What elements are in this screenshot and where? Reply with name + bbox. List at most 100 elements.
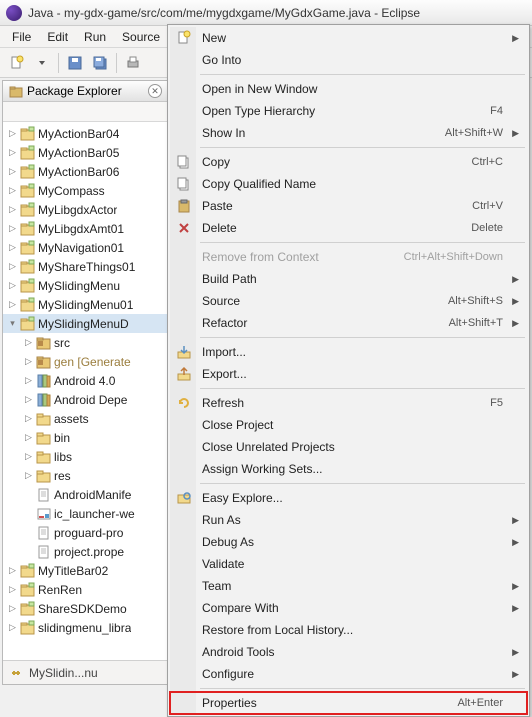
tree-item[interactable]: ▷MyLibgdxActor — [3, 200, 168, 219]
tree-item[interactable]: ▷Android Depe — [3, 390, 168, 409]
tree-item[interactable]: ▷RenRen — [3, 580, 168, 599]
menu-item-run-as[interactable]: Run As▶ — [170, 509, 527, 531]
expand-icon[interactable]: ▷ — [23, 470, 34, 481]
menu-item-easy-explore[interactable]: Easy Explore... — [170, 487, 527, 509]
menu-file[interactable]: File — [4, 27, 39, 47]
menu-item-show-in[interactable]: Show InAlt+Shift+W▶ — [170, 122, 527, 144]
save-button[interactable] — [64, 52, 86, 74]
expand-icon[interactable] — [23, 546, 34, 557]
new-dropdown-button[interactable] — [31, 52, 53, 74]
expand-icon[interactable]: ▾ — [7, 318, 18, 329]
tree-item[interactable]: ▷MyNavigation01 — [3, 238, 168, 257]
expand-icon[interactable]: ▷ — [23, 337, 34, 348]
tree-item[interactable]: ▷MySlidingMenu01 — [3, 295, 168, 314]
tree-item[interactable]: ▷assets — [3, 409, 168, 428]
expand-icon[interactable]: ▷ — [23, 356, 34, 367]
menu-item-label: Debug As — [202, 535, 254, 549]
tree-item[interactable]: ▷Android 4.0 — [3, 371, 168, 390]
explorer-status: MySlidin...nu — [3, 660, 168, 684]
expand-icon[interactable]: ▷ — [7, 299, 18, 310]
menu-item-restore-from-local-history[interactable]: Restore from Local History... — [170, 619, 527, 641]
expand-icon[interactable]: ▷ — [7, 280, 18, 291]
tree-item[interactable]: ▷MyTitleBar02 — [3, 561, 168, 580]
tree-item[interactable]: ▷MyCompass — [3, 181, 168, 200]
menu-item-close-project[interactable]: Close Project — [170, 414, 527, 436]
tree-item[interactable]: ▷MyActionBar06 — [3, 162, 168, 181]
menu-item-compare-with[interactable]: Compare With▶ — [170, 597, 527, 619]
expand-icon[interactable]: ▷ — [7, 622, 18, 633]
expand-icon[interactable]: ▷ — [23, 432, 34, 443]
expand-icon[interactable] — [23, 527, 34, 538]
menu-item-open-type-hierarchy[interactable]: Open Type HierarchyF4 — [170, 100, 527, 122]
tree-item[interactable]: ic_launcher-we — [3, 504, 168, 523]
expand-icon[interactable]: ▷ — [7, 603, 18, 614]
menu-item-open-in-new-window[interactable]: Open in New Window — [170, 78, 527, 100]
tree-item[interactable]: ▷libs — [3, 447, 168, 466]
tree-item[interactable]: ▷MyActionBar05 — [3, 143, 168, 162]
menu-item-build-path[interactable]: Build Path▶ — [170, 268, 527, 290]
tree-item[interactable]: ▷MyShareThings01 — [3, 257, 168, 276]
menu-item-configure[interactable]: Configure▶ — [170, 663, 527, 685]
tree-item[interactable]: ▷slidingmenu_libra — [3, 618, 168, 637]
menu-separator — [200, 242, 525, 243]
new-button[interactable] — [6, 52, 28, 74]
menu-item-copy-qualified-name[interactable]: Copy Qualified Name — [170, 173, 527, 195]
expand-icon[interactable]: ▷ — [23, 451, 34, 462]
submenu-arrow-icon: ▶ — [512, 581, 519, 592]
menu-item-source[interactable]: SourceAlt+Shift+S▶ — [170, 290, 527, 312]
menu-item-paste[interactable]: PasteCtrl+V — [170, 195, 527, 217]
print-button[interactable] — [122, 52, 144, 74]
expand-icon[interactable]: ▷ — [7, 223, 18, 234]
menu-edit[interactable]: Edit — [39, 27, 76, 47]
expand-icon[interactable]: ▷ — [23, 413, 34, 424]
export-icon — [176, 366, 192, 382]
expand-icon[interactable] — [23, 489, 34, 500]
menu-item-refactor[interactable]: RefactorAlt+Shift+T▶ — [170, 312, 527, 334]
tree-item[interactable]: ▾MySlidingMenuD — [3, 314, 168, 333]
expand-icon[interactable]: ▷ — [7, 242, 18, 253]
expand-icon[interactable]: ▷ — [7, 261, 18, 272]
expand-icon[interactable]: ▷ — [7, 584, 18, 595]
tree-item[interactable]: AndroidManife — [3, 485, 168, 504]
expand-icon[interactable]: ▷ — [7, 565, 18, 576]
expand-icon[interactable]: ▷ — [7, 185, 18, 196]
menu-item-go-into[interactable]: Go Into — [170, 49, 527, 71]
close-icon[interactable]: ✕ — [148, 84, 162, 98]
expand-icon[interactable] — [23, 508, 34, 519]
expand-icon[interactable]: ▷ — [23, 394, 34, 405]
expand-icon[interactable]: ▷ — [7, 147, 18, 158]
tree-item[interactable]: ▷gen [Generate — [3, 352, 168, 371]
expand-icon[interactable]: ▷ — [23, 375, 34, 386]
project-tree[interactable]: ▷MyActionBar04▷MyActionBar05▷MyActionBar… — [3, 122, 168, 660]
tree-item[interactable]: proguard-pro — [3, 523, 168, 542]
menu-item-validate[interactable]: Validate — [170, 553, 527, 575]
expand-icon[interactable]: ▷ — [7, 166, 18, 177]
folder-icon — [36, 430, 52, 446]
tree-item[interactable]: project.prope — [3, 542, 168, 561]
tree-item[interactable]: ▷res — [3, 466, 168, 485]
menu-item-refresh[interactable]: RefreshF5 — [170, 392, 527, 414]
menu-item-close-unrelated-projects[interactable]: Close Unrelated Projects — [170, 436, 527, 458]
menu-run[interactable]: Run — [76, 27, 114, 47]
tree-item[interactable]: ▷bin — [3, 428, 168, 447]
menu-item-delete[interactable]: DeleteDelete — [170, 217, 527, 239]
menu-item-team[interactable]: Team▶ — [170, 575, 527, 597]
tree-item[interactable]: ▷src — [3, 333, 168, 352]
expand-icon[interactable]: ▷ — [7, 128, 18, 139]
tree-item[interactable]: ▷MyLibgdxAmt01 — [3, 219, 168, 238]
menu-item-debug-as[interactable]: Debug As▶ — [170, 531, 527, 553]
menu-item-assign-working-sets[interactable]: Assign Working Sets... — [170, 458, 527, 480]
menu-item-new[interactable]: New▶ — [170, 27, 527, 49]
tree-item[interactable]: ▷MyActionBar04 — [3, 124, 168, 143]
menu-item-import[interactable]: Import... — [170, 341, 527, 363]
menu-item-android-tools[interactable]: Android Tools▶ — [170, 641, 527, 663]
link-icon — [9, 666, 23, 680]
menu-source[interactable]: Source — [114, 27, 168, 47]
expand-icon[interactable]: ▷ — [7, 204, 18, 215]
tree-item[interactable]: ▷ShareSDKDemo — [3, 599, 168, 618]
save-all-button[interactable] — [89, 52, 111, 74]
tree-item[interactable]: ▷MySlidingMenu — [3, 276, 168, 295]
menu-item-export[interactable]: Export... — [170, 363, 527, 385]
menu-item-properties[interactable]: PropertiesAlt+Enter — [170, 692, 527, 714]
menu-item-copy[interactable]: CopyCtrl+C — [170, 151, 527, 173]
